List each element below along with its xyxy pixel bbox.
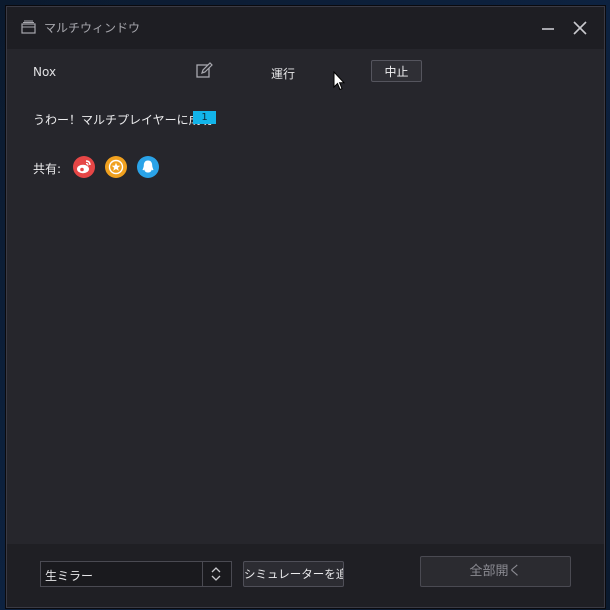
- updown-chevron-icon[interactable]: [209, 565, 223, 583]
- select-divider: [202, 562, 203, 586]
- mirror-mode-select[interactable]: 生ミラー: [40, 561, 232, 587]
- add-simulator-button[interactable]: シミュレーターを追加: [243, 561, 344, 587]
- edit-icon[interactable]: [195, 62, 213, 80]
- window-title: マルチウィンドウ: [44, 21, 141, 35]
- close-icon[interactable]: [567, 15, 593, 41]
- title-bar[interactable]: マルチウィンドウ: [7, 7, 604, 49]
- qq-icon[interactable]: [137, 156, 159, 178]
- mouse-cursor-icon: [333, 71, 345, 91]
- instance-name: Nox: [33, 65, 57, 79]
- app-window-icon: [21, 20, 36, 34]
- minimize-icon[interactable]: [535, 15, 561, 41]
- multi-window-dialog: マルチウィンドウ Nox 運行 中止 うわー！マルチプレイヤーに成功: 1 共有…: [6, 6, 605, 608]
- star-icon[interactable]: [105, 156, 127, 178]
- open-all-button[interactable]: 全部開く: [420, 556, 571, 587]
- footer-bar: 生ミラー シミュレーターを追加 全部開く: [7, 544, 604, 607]
- share-label: 共有:: [33, 162, 62, 176]
- success-message: うわー！マルチプレイヤーに成功:: [33, 113, 217, 127]
- instance-status: 運行: [271, 67, 296, 81]
- mirror-mode-value: 生ミラー: [45, 569, 94, 583]
- instance-count-badge: 1: [193, 111, 216, 124]
- weibo-icon[interactable]: [73, 156, 95, 178]
- stop-button[interactable]: 中止: [371, 60, 422, 82]
